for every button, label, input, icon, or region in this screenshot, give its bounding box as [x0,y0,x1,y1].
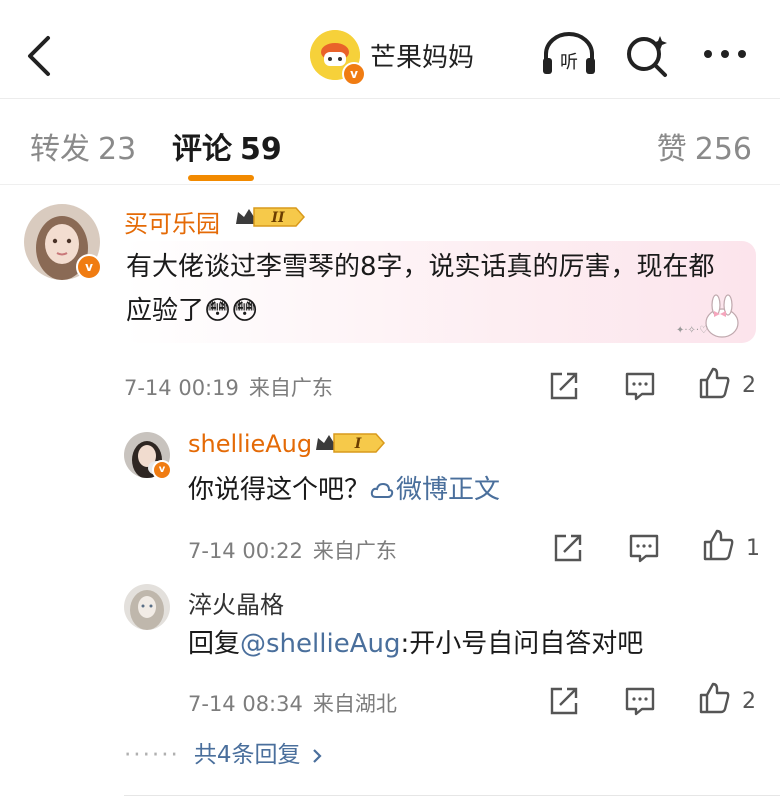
tab-repost-label: 转发 [30,132,90,167]
tab-repost-count: 23 [98,132,137,167]
reply-username[interactable]: 淬火晶格 [188,585,284,620]
comment-meta: 7-14 00:19 来自广东 [124,372,333,402]
tab-like[interactable]: 赞 256 [657,124,752,168]
reply-text: 回复@shellieAug:开小号自问自答对吧 [188,622,643,666]
share-icon[interactable] [548,368,580,402]
back-chevron-icon[interactable] [22,34,58,78]
tab-comment[interactable]: 评论 59 [172,124,282,168]
reply-text-prefix: 你说得这个吧？ [188,475,371,505]
reply-text-body: :开小号自问自答对吧 [400,629,644,659]
reply-meta: 7-14 00:22 来自广东 [188,535,397,565]
reply-username[interactable]: shellieAug [188,430,312,458]
dots-divider-icon: ······ [124,742,180,768]
chevron-right-icon [312,748,322,763]
weibo-post-link-text: 微博正文 [396,475,501,505]
reply-time: 7-14 08:34 [188,692,303,716]
comment-location: 来自广东 [248,376,333,400]
mention-link[interactable]: @shellieAug [240,629,400,659]
comment-icon[interactable] [624,368,656,402]
reply-meta: 7-14 08:34 来自湖北 [188,688,397,718]
search-sparkle-icon[interactable] [624,32,672,78]
rank-badge-icon: I [316,433,386,453]
tab-comment-count: 59 [240,132,282,167]
account-name[interactable]: 芒果妈妈 [370,37,474,74]
rank-badge-icon: II [236,207,306,227]
tab-comment-label: 评论 [172,132,232,167]
comment-time: 7-14 00:19 [124,376,239,400]
tab-like-label: 赞 [656,132,687,167]
reply-like-count: 2 [742,689,756,714]
listen-label: 听 [560,52,578,73]
tab-bar: 转发 23 评论 59 赞 256 [0,98,780,185]
more-replies-label: 共4条回复 [193,742,301,768]
more-replies-link[interactable]: ······ 共4条回复 [124,735,325,769]
reply-time: 7-14 00:22 [188,539,303,563]
comment-icon[interactable] [628,530,660,564]
listen-headphones-icon[interactable]: 听 [540,32,598,76]
verified-badge-icon: v [342,62,366,86]
verified-badge-icon: v [152,460,172,480]
comment-text: 有大佬谈过李雪琴的8字，说实话真的厉害，现在都应验了😳😳 [126,252,715,326]
reply-location: 来自湖北 [312,692,397,716]
reply-prefix: 回复 [188,629,241,659]
reply-avatar[interactable] [124,584,170,630]
like-thumb-icon[interactable] [702,528,734,562]
divider [124,795,780,796]
weibo-post-link[interactable]: 微博正文 [370,475,500,505]
share-icon[interactable] [552,530,584,564]
tab-repost[interactable]: 转发 23 [30,124,136,168]
reply-like-count: 1 [746,536,760,561]
verified-badge-icon: v [76,254,102,280]
like-thumb-icon[interactable] [698,366,730,400]
comment-like-count: 2 [742,373,756,398]
more-dots-icon[interactable] [700,44,750,64]
reply-text: 你说得这个吧？ 微博正文 [188,468,500,512]
active-tab-indicator [188,175,254,181]
like-thumb-icon[interactable] [698,681,730,715]
comment-icon[interactable] [624,683,656,717]
rank-level: II [270,210,285,226]
tab-like-count: 256 [694,132,752,167]
share-icon[interactable] [548,683,580,717]
comment-username[interactable]: 买可乐园 [124,204,220,239]
reply-location: 来自广东 [312,539,397,563]
link-cloud-icon [370,482,394,498]
top-bar: v 芒果妈妈 听 [0,0,780,99]
rank-level: I [354,436,362,452]
